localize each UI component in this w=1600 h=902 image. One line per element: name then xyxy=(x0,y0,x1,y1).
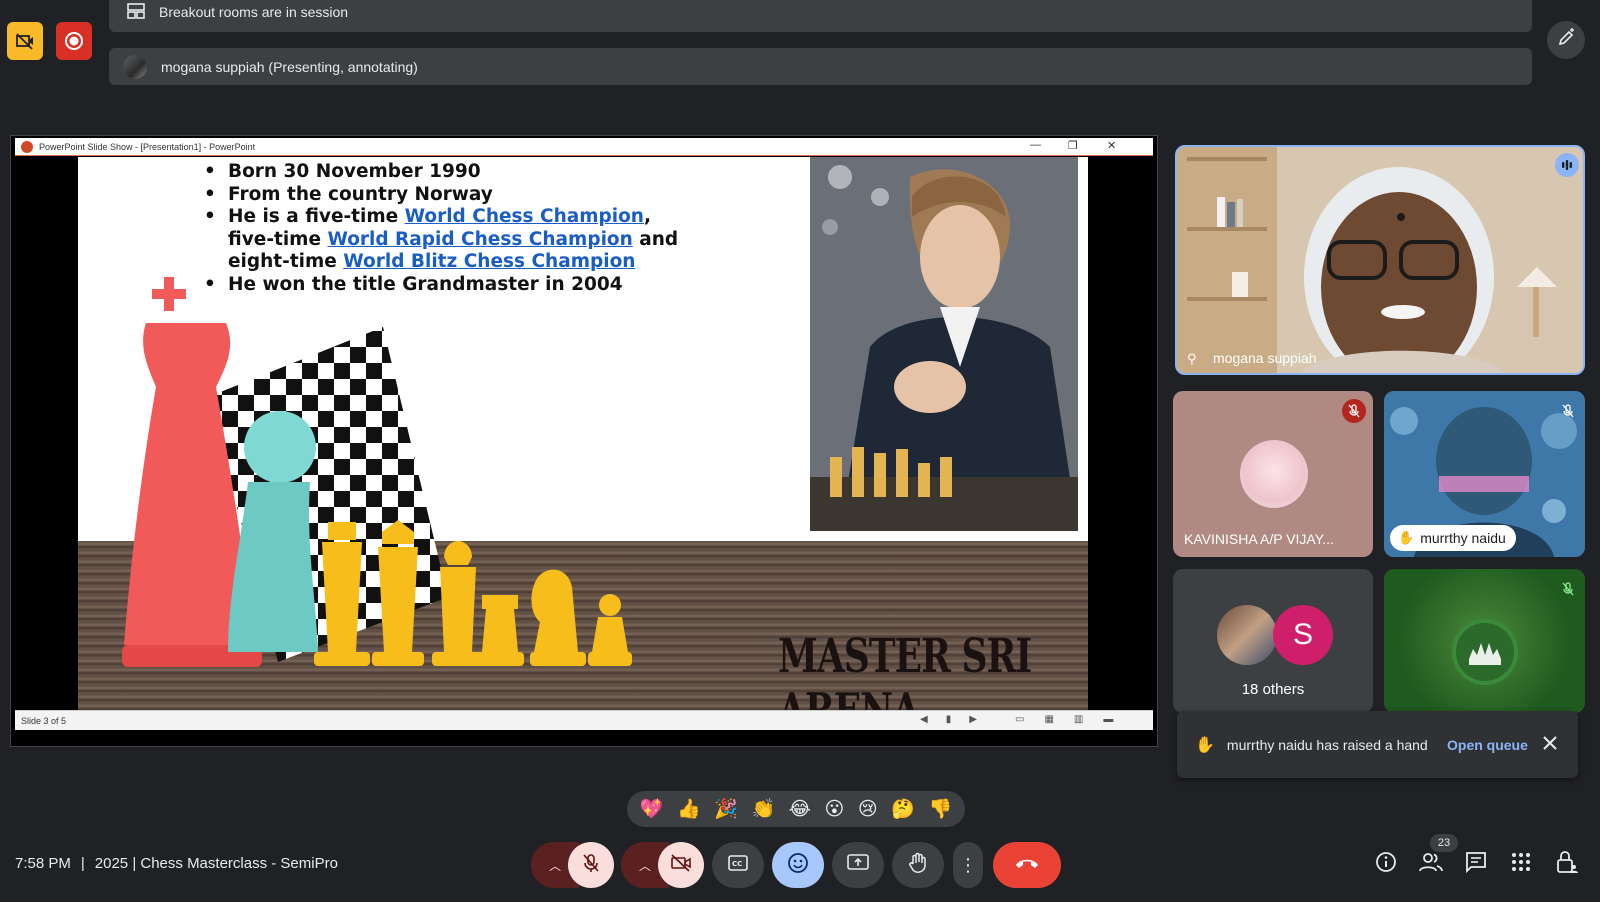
chevron-up-icon: ︿ xyxy=(638,858,651,873)
svg-text:CC: CC xyxy=(732,860,742,868)
slide-counter: Slide 3 of 5 xyxy=(21,715,67,726)
mic-toggle-button[interactable] xyxy=(568,842,614,888)
slide-canvas: Born 30 November 1990 From the country N… xyxy=(78,157,1088,725)
slideshow-nav-icons[interactable]: ◀▮▶ xyxy=(920,714,995,725)
bullet-country: From the country Norway xyxy=(204,184,684,207)
closed-captions-icon: CC xyxy=(728,854,748,876)
meeting-info: 7:58 PM | 2025 | Chess Masterclass - Sem… xyxy=(15,855,338,872)
breakout-rooms-icon xyxy=(127,2,145,22)
speaking-indicator-icon xyxy=(1555,153,1579,177)
captions-button[interactable]: CC xyxy=(712,842,764,888)
camera-off-icon xyxy=(670,853,692,877)
participant-name: murrthy naidu xyxy=(1420,530,1506,546)
reaction-party[interactable]: 🎉 xyxy=(714,797,738,821)
ppt-titlebar: PowerPoint Slide Show - [Presentation1] … xyxy=(15,138,1153,156)
reaction-thumbs-up[interactable]: 👍 xyxy=(677,797,701,821)
presenter-avatar xyxy=(123,54,147,79)
apps-grid-icon xyxy=(1511,852,1531,877)
reaction-laugh[interactable]: 😂 xyxy=(789,798,811,821)
end-call-icon xyxy=(1014,856,1040,874)
tile-others-group[interactable]: S 18 others xyxy=(1173,569,1373,713)
reactions-button[interactable] xyxy=(772,842,824,888)
player-photo xyxy=(810,157,1078,531)
mic-off-icon xyxy=(582,853,600,878)
minimize-icon[interactable]: — xyxy=(1030,139,1041,151)
presenting-label: mogana suppiah (Presenting, annotating) xyxy=(161,58,418,75)
chat-icon xyxy=(1465,851,1487,878)
reactions-bar: 💖 👍 🎉 👏 😂 😮 😢 🤔 👎 xyxy=(627,791,965,827)
reaction-thinking[interactable]: 🤔 xyxy=(891,797,915,821)
people-button[interactable] xyxy=(1418,851,1444,877)
bullet-titles: He is a five-time World Chess Champion, … xyxy=(204,206,684,274)
hand-icon xyxy=(908,852,928,879)
link-world-rapid-champion[interactable]: World Rapid Chess Champion xyxy=(327,229,632,250)
smiley-icon xyxy=(787,852,809,879)
view-buttons-icon[interactable]: ▭▦▥▬ xyxy=(1015,714,1133,725)
more-options-button[interactable]: ⋮ xyxy=(953,842,983,888)
pin-icon[interactable]: ⚲ xyxy=(1187,351,1197,367)
presenting-banner[interactable]: mogana suppiah (Presenting, annotating) xyxy=(109,48,1532,85)
clock-time: 7:58 PM xyxy=(15,855,71,872)
raised-hand-toast: ✋ murrthy naidu has raised a hand Open q… xyxy=(1177,711,1578,778)
people-count-badge: 23 xyxy=(1430,834,1458,852)
ppt-window-title: PowerPoint Slide Show - [Presentation1] … xyxy=(39,141,256,152)
meeting-details-button[interactable] xyxy=(1373,851,1399,877)
close-window-icon[interactable]: ✕ xyxy=(1107,139,1116,152)
reaction-thumbs-down[interactable]: 👎 xyxy=(928,797,952,821)
breakout-rooms-label: Breakout rooms are in session xyxy=(159,4,349,20)
chess-pieces-illustration xyxy=(122,277,632,667)
mic-off-icon xyxy=(1556,399,1580,423)
tile-murrthy-naidu[interactable]: ✋ murrthy naidu xyxy=(1384,391,1585,557)
people-icon xyxy=(1419,852,1443,877)
camera-off-indicator-icon[interactable] xyxy=(7,22,43,60)
arena-logo xyxy=(1452,619,1518,685)
leave-call-button[interactable] xyxy=(993,842,1061,888)
close-toast-icon[interactable] xyxy=(1543,736,1557,753)
present-screen-icon xyxy=(847,853,869,877)
mic-off-icon xyxy=(1342,399,1366,423)
group-avatar-photo xyxy=(1217,605,1277,665)
ppt-statusbar: Slide 3 of 5 ◀▮▶ ▭▦▥▬ xyxy=(15,710,1153,730)
tile-mogana-suppiah[interactable]: ⚲ mogana suppiah xyxy=(1175,145,1585,375)
reaction-heart[interactable]: 💖 xyxy=(640,797,664,821)
meeting-title: 2025 | Chess Masterclass - SemiPro xyxy=(94,855,338,872)
raise-hand-button[interactable] xyxy=(892,842,944,888)
group-avatar-initial: S xyxy=(1273,605,1333,665)
annotate-button[interactable] xyxy=(1547,21,1585,59)
restore-icon[interactable]: ❐ xyxy=(1068,139,1078,152)
raised-hand-chip[interactable]: ✋ murrthy naidu xyxy=(1390,525,1516,551)
participant-name: mogana suppiah xyxy=(1213,350,1317,366)
bullet-born: Born 30 November 1990 xyxy=(204,161,684,184)
open-queue-button[interactable]: Open queue xyxy=(1447,737,1528,753)
toast-message: murrthy naidu has raised a hand xyxy=(1226,736,1428,753)
raised-hand-icon: ✋ xyxy=(1195,736,1215,754)
reaction-sad[interactable]: 😢 xyxy=(858,798,878,821)
chevron-up-icon: ︿ xyxy=(548,858,561,873)
mic-off-icon xyxy=(1556,577,1580,601)
breakout-rooms-banner[interactable]: Breakout rooms are in session xyxy=(109,0,1532,32)
activities-button[interactable] xyxy=(1508,851,1534,877)
chat-button[interactable] xyxy=(1463,851,1489,877)
reaction-clap[interactable]: 👏 xyxy=(751,797,775,821)
host-controls-button[interactable] xyxy=(1554,850,1580,879)
more-vert-icon: ⋮ xyxy=(959,855,977,875)
info-icon xyxy=(1375,851,1397,878)
participant-video xyxy=(1177,147,1583,373)
tile-kavinisha[interactable]: KAVINISHA A/P VIJAY... xyxy=(1173,391,1373,557)
participant-avatar xyxy=(1240,440,1308,508)
camera-toggle-button[interactable] xyxy=(658,842,704,888)
reaction-surprised[interactable]: 😮 xyxy=(824,798,844,821)
raised-hand-icon: ✋ xyxy=(1398,530,1415,545)
pen-icon xyxy=(1556,27,1576,53)
recording-icon[interactable] xyxy=(56,22,92,60)
others-count-label: 18 others xyxy=(1241,681,1305,698)
shared-presentation[interactable]: PowerPoint Slide Show - [Presentation1] … xyxy=(10,135,1158,747)
participant-name: KAVINISHA A/P VIJAY... xyxy=(1184,531,1334,547)
lock-person-icon xyxy=(1556,850,1578,879)
link-world-chess-champion[interactable]: World Chess Champion xyxy=(405,206,644,227)
powerpoint-icon xyxy=(21,140,33,153)
present-screen-button[interactable] xyxy=(832,842,884,888)
tile-master-sri-arena[interactable] xyxy=(1384,569,1585,713)
info-separator: | xyxy=(80,855,85,872)
